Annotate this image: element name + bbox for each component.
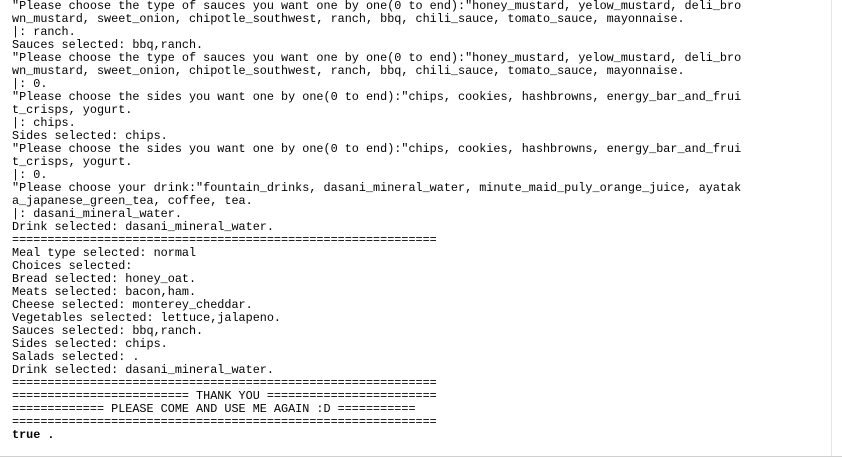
console-line: Vegetables selected: lettuce,jalapeno. bbox=[12, 312, 282, 325]
console-line: |: ranch. bbox=[12, 26, 76, 39]
come-again-banner: ============= PLEASE COME AND USE ME AGA… bbox=[12, 403, 416, 416]
console-line: Drink selected: dasani_mineral_water. bbox=[12, 364, 274, 377]
console-line: "Please choose the sides you want one by… bbox=[12, 143, 742, 156]
console-line: Sides selected: chips. bbox=[12, 130, 168, 143]
console-line: Bread selected: honey_oat. bbox=[12, 273, 197, 286]
console-line: a_japanese_green_tea, coffee, tea. bbox=[12, 195, 253, 208]
console-line: Sauces selected: bbq,ranch. bbox=[12, 325, 204, 338]
console-output[interactable]: "Please choose the type of sauces you wa… bbox=[0, 0, 832, 457]
console-line: "Please choose your drink:"fountain_drin… bbox=[12, 182, 742, 195]
separator-line: ========================================… bbox=[12, 377, 437, 390]
scrollbar-track[interactable] bbox=[831, 0, 842, 457]
console-line: |: 0. bbox=[12, 78, 48, 91]
console-line: "Please choose the sides you want one by… bbox=[12, 91, 742, 104]
console-line: "Please choose the type of sauces you wa… bbox=[12, 52, 742, 65]
console-line: wn_mustard, sweet_onion, chipotle_southw… bbox=[12, 13, 685, 26]
console-line: Cheese selected: monterey_cheddar. bbox=[12, 299, 253, 312]
console-line: Salads selected: . bbox=[12, 351, 140, 364]
console-line: |: chips. bbox=[12, 117, 76, 130]
console-line: |: 0. bbox=[12, 169, 48, 182]
console-line: Sauces selected: bbq,ranch. bbox=[12, 39, 204, 52]
console-line: Meal type selected: normal bbox=[12, 247, 197, 260]
console-line: Sides selected: chips. bbox=[12, 338, 168, 351]
console-line: |: dasani_mineral_water. bbox=[12, 208, 182, 221]
console-line: wn_mustard, sweet_onion, chipotle_southw… bbox=[12, 65, 685, 78]
query-result: true . bbox=[12, 429, 55, 442]
separator-line: ========================================… bbox=[12, 416, 437, 429]
console-line: t_crisps, yogurt. bbox=[12, 156, 133, 169]
console-line: Drink selected: dasani_mineral_water. bbox=[12, 221, 274, 234]
console-line: t_crisps, yogurt. bbox=[12, 104, 133, 117]
console-line: Meats selected: bacon,ham. bbox=[12, 286, 197, 299]
console-line: "Please choose the type of sauces you wa… bbox=[12, 0, 742, 13]
separator-line: ========================================… bbox=[12, 234, 437, 247]
console-line: Choices selected: bbox=[12, 260, 133, 273]
thank-you-banner: ========================= THANK YOU ====… bbox=[12, 390, 437, 403]
